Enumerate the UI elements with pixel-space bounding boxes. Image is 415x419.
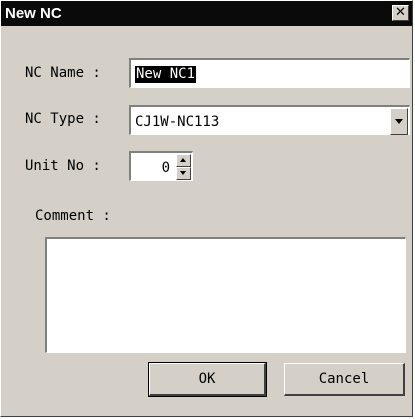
nc-name-label: NC Name : [25, 65, 101, 81]
ok-button-label: OK [198, 371, 216, 387]
unit-no-label: Unit No : [25, 158, 101, 174]
ok-button[interactable]: OK [148, 362, 267, 397]
cancel-button-label: Cancel [318, 371, 370, 387]
cancel-button[interactable]: Cancel [284, 363, 405, 396]
nc-name-input[interactable]: New NC1 [129, 58, 410, 88]
nc-name-value: New NC1 [135, 66, 197, 83]
spin-up-button[interactable] [176, 154, 191, 167]
comment-label: Comment : [35, 208, 111, 224]
close-icon: ✕ [395, 5, 406, 20]
spin-down-icon [180, 171, 186, 175]
comment-textarea[interactable] [45, 237, 406, 353]
title-bar[interactable]: New NC ✕ [1, 1, 412, 26]
nc-type-label: NC Type : [25, 111, 101, 127]
nc-type-value: CJ1W-NC113 [135, 114, 220, 130]
spin-down-button[interactable] [176, 167, 191, 180]
unit-no-spinner[interactable]: 0 [129, 151, 193, 181]
nc-type-select[interactable]: CJ1W-NC113 [129, 105, 410, 135]
new-nc-dialog: New NC ✕ NC Name : New NC1 NC Type : CJ1… [0, 0, 413, 417]
spin-up-icon [180, 158, 186, 162]
window-title: New NC [5, 5, 62, 22]
chevron-down-icon [395, 119, 403, 124]
close-button[interactable]: ✕ [392, 5, 409, 21]
nc-type-dropdown-button[interactable] [390, 108, 408, 135]
unit-no-value: 0 [161, 160, 170, 176]
